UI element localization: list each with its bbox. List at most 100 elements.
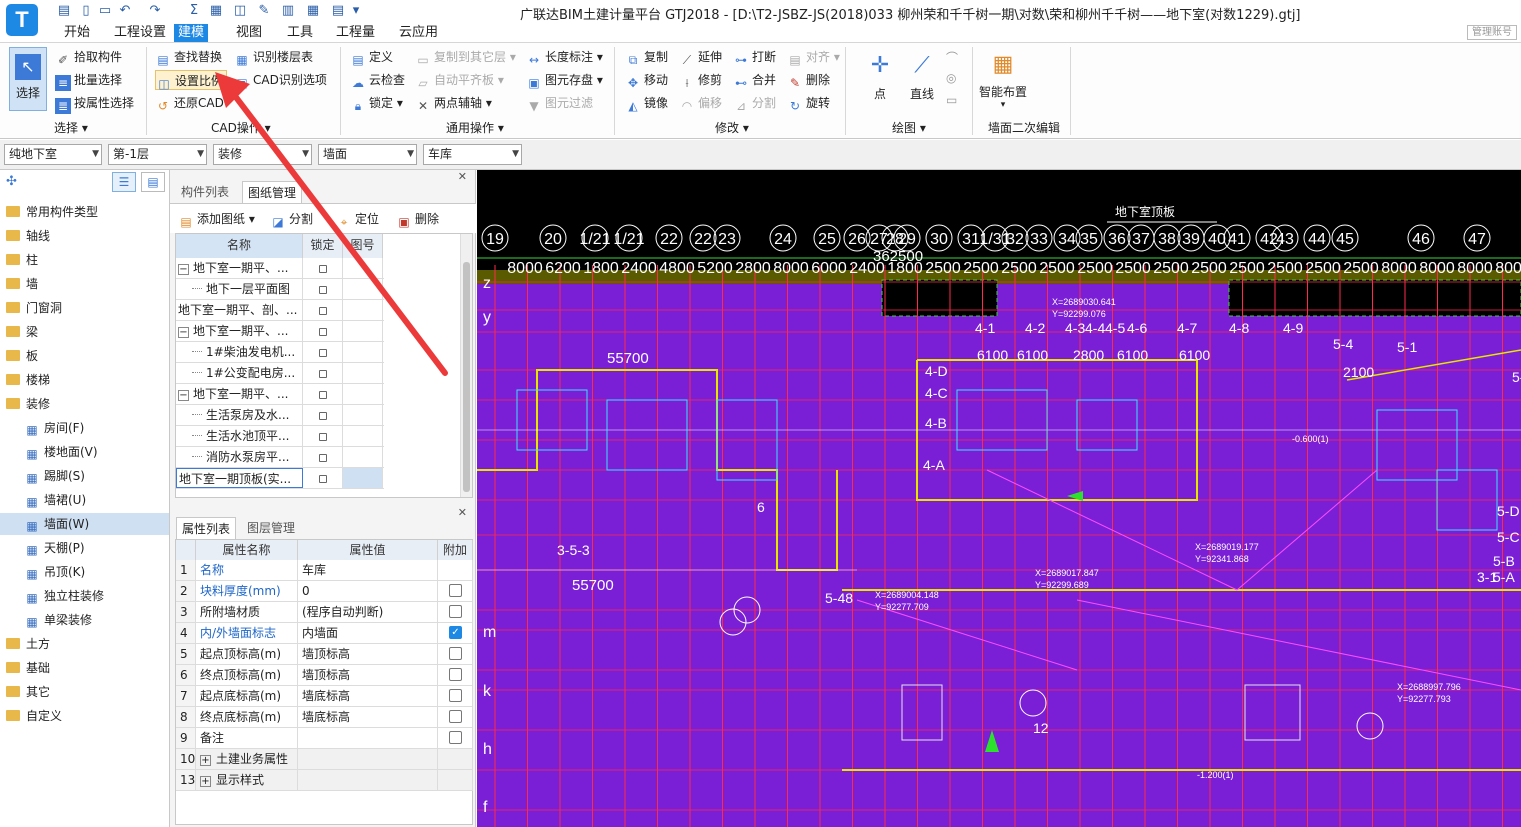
col-number[interactable]: 图号	[343, 234, 383, 258]
batch-select-button[interactable]: ≡ 批量选择	[55, 70, 122, 91]
property-row[interactable]: 3 所附墙材质 (程序自动判断)	[176, 602, 473, 623]
property-row[interactable]: 1 名称 车库	[176, 560, 473, 581]
drawing-row[interactable]: 1#公变配电房...	[176, 363, 384, 384]
lock-icon[interactable]	[318, 454, 327, 462]
circle-icon[interactable]: ◎	[946, 71, 956, 85]
collapse-toggle-icon[interactable]: −	[178, 390, 189, 401]
property-value[interactable]: 墙底标高	[298, 707, 438, 727]
element-save-button[interactable]: ▣ 图元存盘 ▾	[526, 70, 603, 90]
property-value[interactable]: 内墙面	[298, 623, 438, 643]
tab-view[interactable]: 视图	[232, 24, 266, 42]
lock-cell[interactable]	[303, 363, 343, 383]
tab-property-list[interactable]: 属性列表	[176, 517, 237, 539]
expand-icon[interactable]: +	[200, 755, 211, 766]
number-cell[interactable]	[343, 405, 383, 425]
number-cell[interactable]	[343, 384, 383, 404]
view-icon[interactable]: ◫	[232, 3, 248, 19]
expand-icon[interactable]: ▤	[330, 3, 346, 19]
lock-icon[interactable]	[318, 433, 327, 441]
line-button[interactable]: ⟋ 直线	[902, 47, 942, 107]
tab-drawing-management[interactable]: 图纸管理	[242, 181, 303, 203]
drawing-name-cell[interactable]: − 地下室一期平、...	[176, 321, 303, 341]
break-button[interactable]: ⊶ 打断	[733, 47, 776, 67]
number-cell[interactable]	[343, 426, 383, 446]
drawing-name-cell[interactable]: − 地下室一期平、...	[176, 384, 303, 404]
scrollbar-thumb[interactable]	[463, 262, 470, 492]
add-drawing-button[interactable]: ▤ 添加图纸 ▾	[178, 209, 255, 229]
tree-item[interactable]: 基础	[0, 657, 169, 679]
tree-item[interactable]: ▦ 墙裙(U)	[0, 489, 169, 511]
lock-icon[interactable]	[318, 265, 327, 273]
mirror-button[interactable]: ◭ 镜像	[625, 93, 668, 113]
lock-icon[interactable]	[318, 391, 327, 399]
floor-group-select[interactable]: 纯地下室 ▼	[4, 144, 102, 165]
expand-icon[interactable]: +	[200, 776, 211, 787]
tree-item[interactable]: ▦ 天棚(P)	[0, 537, 169, 559]
drawing-row[interactable]: 生活水池顶平...	[176, 426, 384, 447]
property-value[interactable]	[298, 749, 438, 769]
extend-button[interactable]: ⟋ 延伸	[679, 47, 722, 67]
drawing-row[interactable]: 地下一层平面图	[176, 279, 384, 300]
lock-icon[interactable]	[318, 412, 327, 420]
lock-cell[interactable]	[303, 426, 343, 446]
cad-options-button[interactable]: ▣ CAD识别选项	[234, 70, 327, 90]
close-icon[interactable]: ✕	[458, 170, 467, 183]
property-row[interactable]: 9 备注	[176, 728, 473, 749]
lock-cell[interactable]	[303, 468, 343, 488]
drawing-name-cell[interactable]: 生活水池顶平...	[176, 426, 303, 446]
group-modify[interactable]: 修改 ▾	[715, 119, 749, 136]
drawing-row[interactable]: 地下室一期平、剖、...	[176, 300, 384, 321]
lock-icon[interactable]	[318, 286, 327, 294]
undo-icon[interactable]: ↶	[117, 3, 133, 19]
align-button[interactable]: ▤ 对齐 ▾	[787, 47, 840, 67]
copy-to-other-floor-button[interactable]: ▭ 复制到其它层 ▾	[415, 47, 516, 67]
drawing-name-cell[interactable]: 消防水泵房平...	[176, 447, 303, 467]
drawing-name-cell[interactable]: 1#公变配电房...	[176, 363, 303, 383]
tab-project-settings[interactable]: 工程设置	[110, 24, 170, 42]
tree-view-icon[interactable]: ▤	[141, 172, 165, 192]
customize-icon[interactable]: ▾	[348, 3, 364, 19]
move-button[interactable]: ✥ 移动	[625, 70, 668, 90]
drawing-row[interactable]: 生活泵房及水...	[176, 405, 384, 426]
drawing-name-cell[interactable]: − 地下室一期平、...	[176, 258, 303, 278]
extra-checkbox[interactable]	[449, 584, 462, 597]
component-type-select[interactable]: 墙面 ▼	[318, 144, 417, 165]
grid-icon[interactable]: ▦	[305, 3, 321, 19]
category-select[interactable]: 装修 ▼	[213, 144, 312, 165]
number-cell[interactable]	[343, 258, 383, 278]
trim-button[interactable]: ⟊ 修剪	[679, 70, 722, 90]
tree-item[interactable]: 墙	[0, 273, 169, 295]
tree-item[interactable]: 常用构件类型	[0, 201, 169, 223]
group-draw[interactable]: 绘图 ▾	[892, 119, 926, 136]
tree-item[interactable]: 柱	[0, 249, 169, 271]
drawing-name-cell[interactable]: 地下室一期平、剖、...	[176, 300, 303, 320]
new-file-icon[interactable]: ▯	[78, 3, 94, 19]
property-value[interactable]	[298, 728, 438, 748]
number-cell[interactable]	[343, 300, 383, 320]
lock-button[interactable]: 🔒︎ 锁定 ▾	[350, 93, 403, 113]
property-row[interactable]: 2 块料厚度(mm) 0	[176, 581, 473, 602]
number-cell[interactable]	[343, 468, 383, 488]
extra-checkbox[interactable]: ✓	[449, 626, 462, 639]
cad-drawing[interactable]: 地下室顶板19 20 1/21 1/21 22 22 23 24 25 26 272829 30 31 1…	[477, 170, 1521, 827]
delete-button[interactable]: ✎ 删除	[787, 70, 830, 90]
col-name[interactable]: 名称	[176, 234, 303, 258]
property-row[interactable]: 13 + 显示样式	[176, 770, 473, 791]
group-cad[interactable]: CAD操作 ▾	[211, 119, 271, 136]
component-select[interactable]: 车库 ▼	[423, 144, 522, 165]
smart-layout-button[interactable]: ▦ 智能布置 ▾	[978, 47, 1028, 117]
merge-button[interactable]: ⊷ 合并	[733, 70, 776, 90]
redo-icon[interactable]: ↷	[147, 3, 163, 19]
property-value[interactable]: 墙顶标高	[298, 644, 438, 664]
tab-start[interactable]: 开始	[60, 24, 94, 42]
number-cell[interactable]	[343, 447, 383, 467]
select-by-property-button[interactable]: ≣ 按属性选择	[55, 93, 134, 114]
tree-item[interactable]: ▦ 踢脚(S)	[0, 465, 169, 487]
auto-level-slab-button[interactable]: ▱ 自动平齐板 ▾	[415, 70, 503, 90]
drawing-name-cell[interactable]: 生活泵房及水...	[176, 405, 303, 425]
number-cell[interactable]	[343, 279, 383, 299]
lock-cell[interactable]	[303, 258, 343, 278]
tree-item[interactable]: 梁	[0, 321, 169, 343]
offset-button[interactable]: ◠ 偏移	[679, 93, 722, 113]
rotate-button[interactable]: ↻ 旋转	[787, 93, 830, 113]
